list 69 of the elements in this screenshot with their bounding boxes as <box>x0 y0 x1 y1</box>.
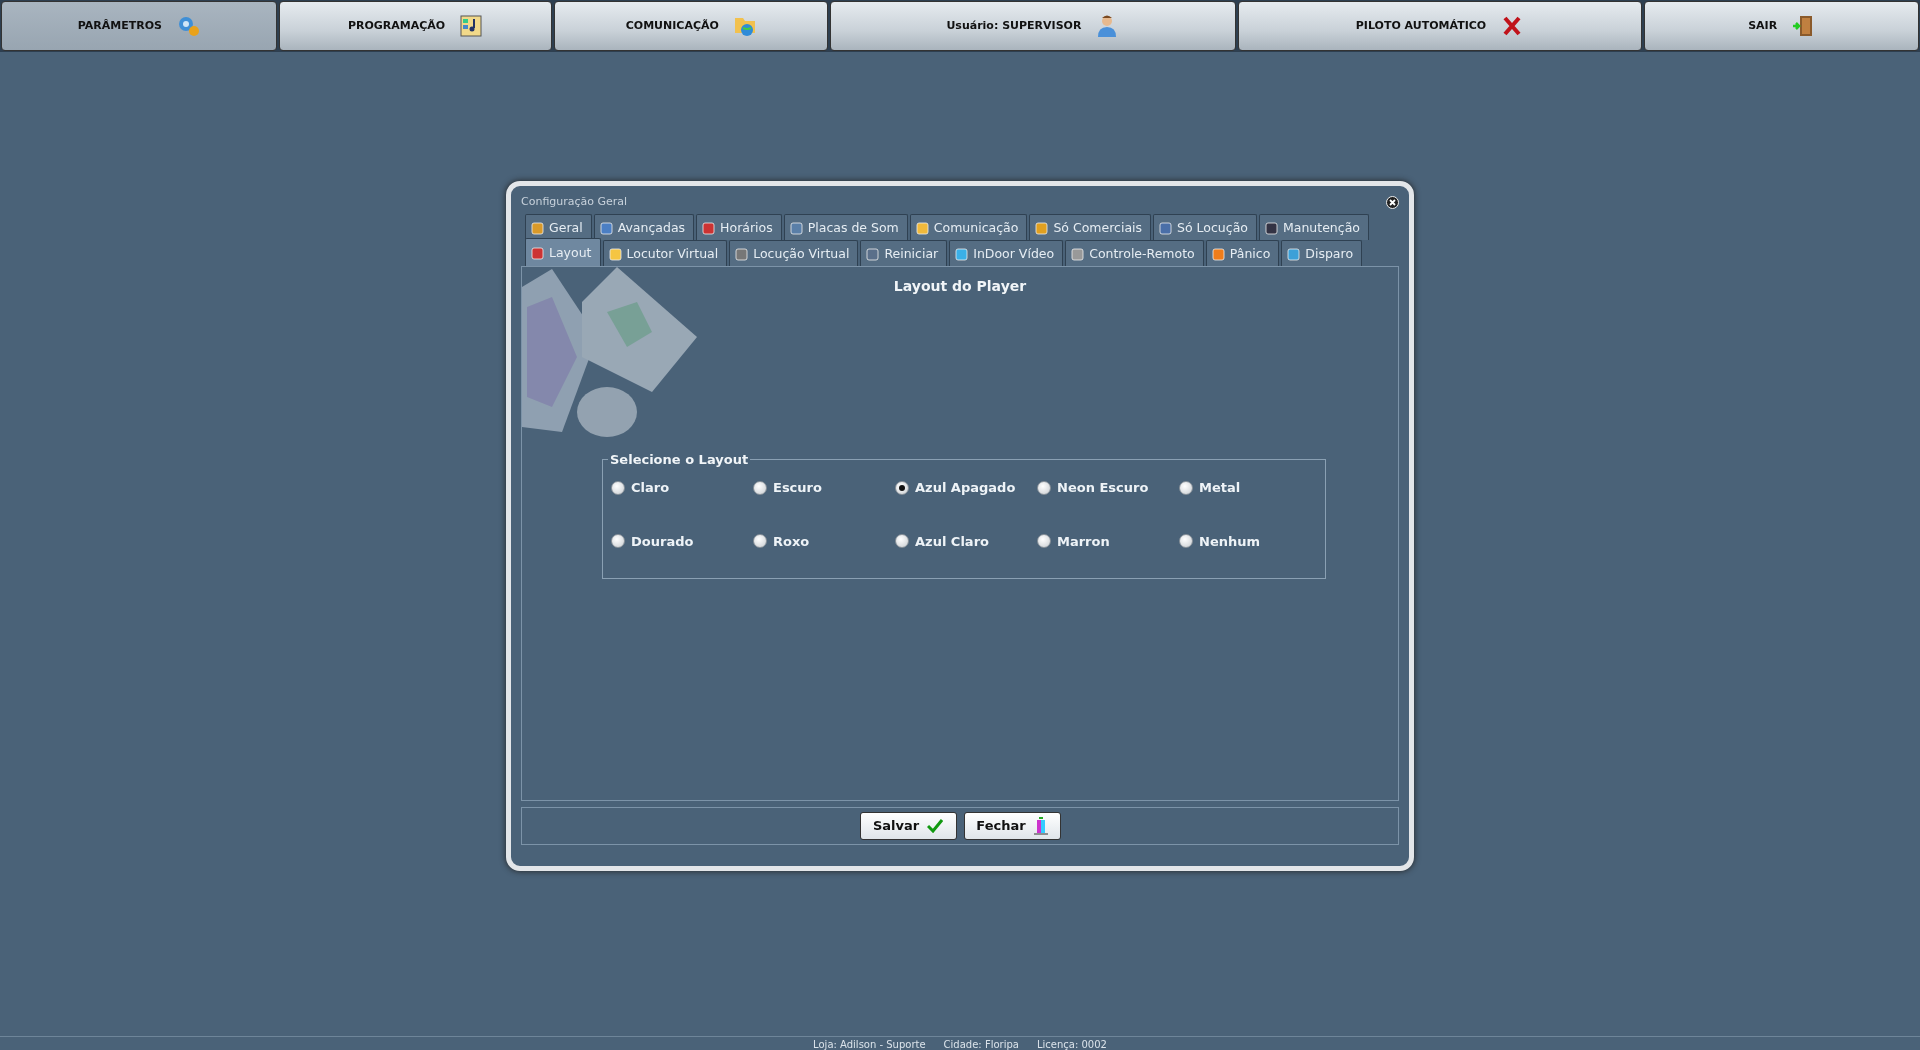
dialog-button[interactable]: Fechar <box>963 812 1061 840</box>
tab-icon <box>1071 247 1085 261</box>
tab-icon <box>1159 221 1173 235</box>
section-heading: Layout do Player <box>892 277 1028 296</box>
menu-tab[interactable]: PROGRAMAÇÃO <box>278 1 553 51</box>
tab[interactable]: Só Comerciais <box>1029 214 1152 240</box>
tab-icon <box>1035 221 1049 235</box>
radio-button[interactable] <box>1037 480 1051 495</box>
menu-tab[interactable]: PARÂMETROS <box>1 1 277 51</box>
tab[interactable]: Comunicação <box>909 214 1028 240</box>
dialog-title: Configuração Geral <box>521 193 628 210</box>
tab[interactable]: Reiniciar <box>860 240 948 266</box>
dialog-button[interactable]: Salvar <box>859 812 957 840</box>
checkmark-icon <box>927 819 944 833</box>
tab[interactable]: InDoor Vídeo <box>949 240 1064 266</box>
tab[interactable]: Avançadas <box>593 214 695 240</box>
radio-option[interactable]: Marron <box>1037 531 1179 551</box>
tab-icon <box>955 247 969 261</box>
tab[interactable]: Pânico <box>1205 240 1280 266</box>
radio-button[interactable] <box>895 534 909 549</box>
radio-option[interactable]: Nenhum <box>1179 531 1321 551</box>
status-text: Licença: 0002 <box>1036 1038 1107 1050</box>
tab[interactable]: Locução Virtual <box>729 240 859 266</box>
radio-button[interactable] <box>753 480 767 495</box>
radio-button[interactable] <box>1037 534 1051 549</box>
close-icon[interactable] <box>1386 195 1399 209</box>
status-text: Loja: Adilson - Suporte <box>813 1038 926 1050</box>
tab-icon <box>735 247 749 261</box>
tab-icon <box>1264 221 1278 235</box>
menu-tab[interactable]: COMUNICAÇÃO <box>554 1 829 51</box>
tab-icon <box>866 247 880 261</box>
tab[interactable]: Layout <box>525 238 601 266</box>
radio-option[interactable]: Neon Escuro <box>1037 478 1179 498</box>
tab-icon <box>531 221 544 235</box>
menu-tab[interactable]: Usuário: SUPERVISOR <box>830 1 1236 51</box>
tab-icon <box>608 247 622 261</box>
radio-button[interactable] <box>895 480 909 495</box>
radio-option[interactable]: Claro <box>611 478 753 498</box>
tab[interactable]: Só Locução <box>1153 214 1257 240</box>
tab[interactable]: Locutor Virtual <box>602 240 728 266</box>
tab-icon <box>1287 247 1301 261</box>
tab-icon <box>702 221 716 235</box>
tab-icon <box>915 221 929 235</box>
tab-icon <box>599 221 613 235</box>
tab-icon <box>1211 247 1225 261</box>
tab[interactable]: Geral <box>525 214 592 240</box>
tab[interactable]: Placas de Som <box>783 214 908 240</box>
radio-button[interactable] <box>611 480 625 495</box>
radio-option[interactable]: Escuro <box>753 478 895 498</box>
radio-option[interactable]: Roxo <box>753 531 895 551</box>
radio-button[interactable] <box>753 534 767 549</box>
tab[interactable]: Manutenção <box>1258 214 1369 240</box>
radio-button[interactable] <box>1179 534 1193 549</box>
radio-option[interactable]: Dourado <box>611 531 753 551</box>
menu-tab[interactable]: PILOTO AUTOMÁTICO <box>1237 1 1643 51</box>
radio-button[interactable] <box>611 534 625 549</box>
radio-option[interactable]: Azul Claro <box>895 531 1037 551</box>
status-text: Cidade: Floripa <box>943 1038 1019 1050</box>
tab[interactable]: Disparo <box>1281 240 1363 266</box>
radio-button[interactable] <box>1179 480 1193 495</box>
exit-icon <box>1033 817 1048 835</box>
radio-option[interactable]: Metal <box>1179 478 1321 498</box>
menu-tab[interactable]: SAIR <box>1644 1 1919 51</box>
tab-icon <box>531 246 544 260</box>
radio-option[interactable]: Azul Apagado <box>895 478 1037 498</box>
music-note-icon <box>459 14 484 38</box>
tab-icon <box>789 221 803 235</box>
tab[interactable]: Horários <box>696 214 782 240</box>
tab[interactable]: Controle-Remoto <box>1065 240 1204 266</box>
